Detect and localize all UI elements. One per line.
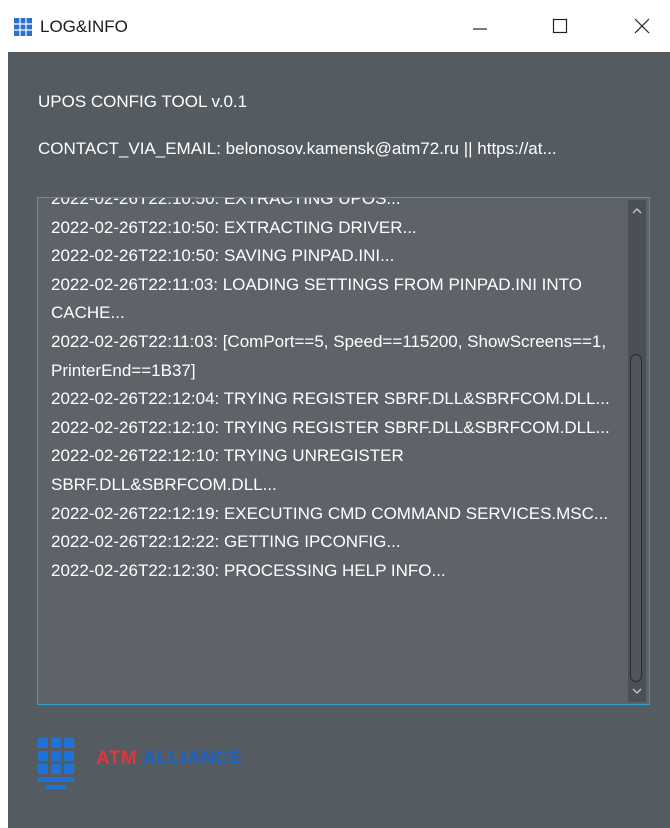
close-button[interactable]	[614, 0, 670, 52]
minimize-button[interactable]	[452, 0, 508, 52]
logo-text: ATM ALLIANCE	[96, 748, 242, 770]
window-client-area: UPOS CONFIG TOOL v.0.1 CONTACT_VIA_EMAIL…	[8, 52, 670, 828]
logo-grid-icon	[38, 738, 74, 789]
log-entry: 2022-02-26T22:10:50: SAVING PINPAD.INI..…	[51, 246, 395, 266]
maximize-icon	[552, 18, 568, 34]
log-entry: 2022-02-26T22:10:50: EXTRACTING UPOS...	[51, 197, 401, 208]
app-version-label: UPOS CONFIG TOOL v.0.1	[38, 92, 248, 111]
logo-text-atm: ATM	[96, 748, 138, 769]
log-entry: 2022-02-26T22:12:30: PROCESSING HELP INF…	[51, 560, 446, 580]
log-entry: 2022-02-26T22:12:04: TRYING REGISTER SBR…	[51, 389, 610, 409]
log-entry: 2022-02-26T22:12:10: TRYING UNREGISTER S…	[51, 446, 404, 494]
close-icon	[634, 18, 650, 34]
title-bar[interactable]: LOG&INFO	[0, 0, 670, 52]
chevron-up-icon	[632, 208, 642, 214]
log-entry: 2022-02-26T22:12:22: GETTING IPCONFIG...	[51, 532, 401, 552]
log-entry: 2022-02-26T22:11:03: LOADING SETTINGS FR…	[51, 274, 582, 323]
maximize-button[interactable]	[532, 0, 588, 52]
log-entry: 2022-02-26T22:12:19: EXECUTING CMD COMMA…	[51, 503, 609, 523]
logo-text-alliance: ALLIANCE	[142, 748, 243, 769]
scroll-thumb[interactable]	[630, 354, 642, 682]
scroll-up-button[interactable]	[628, 202, 646, 220]
chevron-down-icon	[632, 688, 642, 694]
contact-label[interactable]: CONTACT_VIA_EMAIL: belonosov.kamensk@atm…	[38, 138, 656, 160]
log-entry: 2022-02-26T22:10:50: EXTRACTING DRIVER..…	[51, 217, 417, 237]
log-content: 2022-02-26T22:10:50: EXTRACTING UPOS... …	[51, 197, 621, 585]
grid-icon	[14, 18, 32, 36]
log-entry: 2022-02-26T22:11:03: [ComPort==5, Speed=…	[51, 331, 607, 380]
window-title: LOG&INFO	[40, 17, 128, 36]
scroll-down-button[interactable]	[628, 682, 646, 700]
log-entry: 2022-02-26T22:12:10: TRYING REGISTER SBR…	[51, 417, 610, 437]
minimize-icon	[473, 28, 487, 30]
atm-alliance-logo: ATM ALLIANCE	[38, 738, 298, 794]
log-textarea[interactable]: 2022-02-26T22:10:50: EXTRACTING UPOS... …	[37, 197, 650, 705]
vertical-scrollbar[interactable]	[628, 200, 646, 702]
